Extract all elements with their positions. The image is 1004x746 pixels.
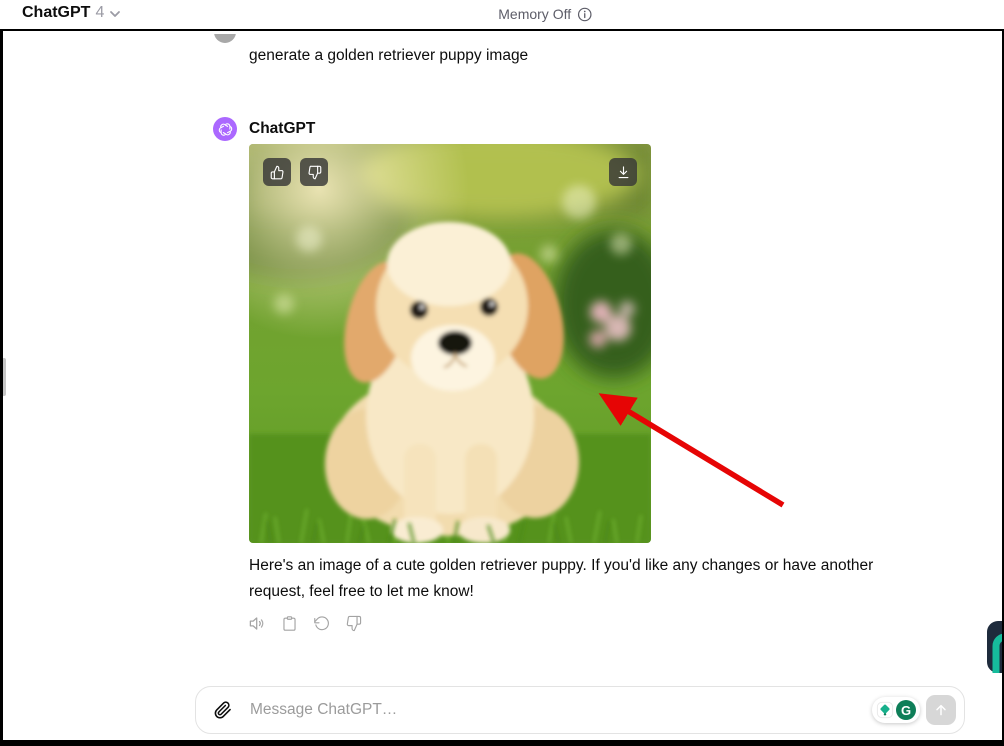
sidebar-toggle-handle[interactable] <box>2 358 6 396</box>
paperclip-icon <box>213 700 233 720</box>
browser-extension-widget[interactable] <box>987 621 1004 673</box>
message-input[interactable] <box>248 700 872 720</box>
grammarly-widget[interactable]: G <box>872 697 920 723</box>
memory-status[interactable]: Memory Off <box>498 6 592 22</box>
speaker-icon <box>248 614 267 633</box>
assistant-name: ChatGPT <box>249 120 315 138</box>
read-aloud-button[interactable] <box>247 613 267 633</box>
user-message-text: generate a golden retriever puppy image <box>249 47 528 65</box>
thumbs-down-icon <box>345 615 362 632</box>
chatgpt-window: ChatGPT 4 Memory Off generate a golden r… <box>0 0 1004 746</box>
model-version-label: 4 <box>95 4 104 22</box>
image-download-button[interactable] <box>609 158 637 186</box>
thumbs-up-icon <box>270 165 285 180</box>
attach-button[interactable] <box>212 699 234 721</box>
puppy-illustration <box>249 144 651 543</box>
bad-response-button[interactable] <box>343 613 363 633</box>
memory-status-label: Memory Off <box>498 6 571 22</box>
copy-button[interactable] <box>279 613 299 633</box>
arrow-up-icon <box>933 702 949 718</box>
generated-image[interactable] <box>249 144 651 543</box>
regenerate-icon <box>313 615 330 632</box>
assistant-message-text: Here's an image of a cute golden retriev… <box>249 553 899 605</box>
image-thumbs-up-button[interactable] <box>263 158 291 186</box>
send-button[interactable] <box>926 695 956 725</box>
clipboard-icon <box>281 615 298 632</box>
message-composer: G <box>195 686 965 734</box>
brand-label: ChatGPT <box>22 4 90 22</box>
thumbs-down-icon <box>307 165 322 180</box>
chevron-down-icon <box>109 10 121 18</box>
user-avatar <box>214 34 236 44</box>
top-header: ChatGPT 4 Memory Off <box>0 0 1004 30</box>
download-icon <box>616 165 631 180</box>
info-icon <box>577 7 592 22</box>
grammarly-tone-icon <box>876 701 894 719</box>
extension-icon <box>987 621 1004 673</box>
assistant-avatar <box>213 117 237 141</box>
regenerate-button[interactable] <box>311 613 331 633</box>
model-switcher[interactable]: ChatGPT 4 <box>22 4 121 22</box>
openai-logo-icon <box>218 122 233 137</box>
message-actions <box>247 613 363 633</box>
grammarly-g-badge: G <box>896 700 916 720</box>
image-thumbs-down-button[interactable] <box>300 158 328 186</box>
